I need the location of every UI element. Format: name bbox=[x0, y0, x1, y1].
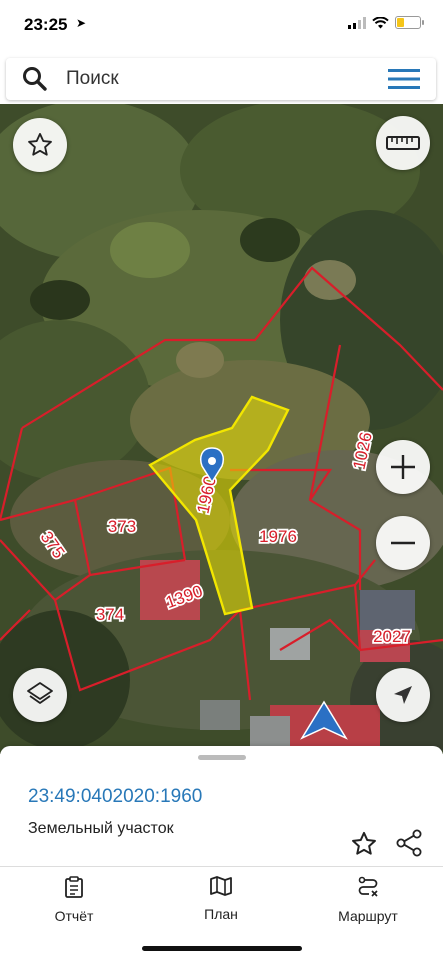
tab-label: План bbox=[204, 906, 238, 922]
share-icon[interactable] bbox=[394, 828, 424, 858]
battery-icon bbox=[395, 16, 424, 29]
signal-icon bbox=[348, 16, 366, 29]
parcel-label[interactable]: 1976 bbox=[257, 525, 298, 548]
search-icon[interactable] bbox=[22, 66, 48, 92]
tab-label: Отчёт bbox=[54, 908, 94, 924]
my-location-button[interactable] bbox=[376, 668, 430, 722]
menu-icon[interactable] bbox=[388, 68, 420, 90]
favorite-button[interactable] bbox=[13, 118, 67, 172]
parcel-label[interactable]: 373 bbox=[106, 515, 138, 538]
ruler-button[interactable] bbox=[376, 116, 430, 170]
tab-route[interactable]: Маршрут bbox=[308, 875, 428, 924]
clipboard-icon bbox=[65, 876, 83, 898]
tab-plan[interactable]: План bbox=[161, 875, 281, 922]
map-view[interactable]: 1960 1976 1026 373 375 374 1390 2027 bbox=[0, 104, 443, 754]
object-type: Земельный участок bbox=[28, 820, 174, 837]
cadastral-number[interactable]: 23:49:0402020:1960 bbox=[28, 786, 202, 808]
home-indicator[interactable] bbox=[142, 946, 302, 951]
ruler-icon bbox=[386, 136, 420, 150]
route-icon bbox=[358, 876, 378, 897]
map-icon bbox=[210, 876, 232, 896]
status-bar: 23:25 ➤ bbox=[0, 0, 443, 52]
layers-button[interactable] bbox=[13, 668, 67, 722]
search-bar[interactable]: Поиск bbox=[6, 58, 436, 100]
sheet-handle[interactable] bbox=[198, 755, 246, 760]
zoom-in-button[interactable] bbox=[376, 440, 430, 494]
minus-icon bbox=[391, 541, 415, 545]
tab-report[interactable]: Отчёт bbox=[14, 875, 134, 924]
layers-icon bbox=[27, 682, 53, 704]
search-input[interactable]: Поиск bbox=[66, 68, 119, 90]
parcel-label[interactable]: 374 bbox=[94, 603, 126, 626]
star-icon[interactable] bbox=[350, 830, 378, 858]
status-time: 23:25 bbox=[24, 15, 68, 34]
plus-icon bbox=[391, 455, 415, 479]
star-icon bbox=[28, 132, 52, 156]
satellite-map[interactable]: 1960 1976 1026 373 375 374 1390 2027 bbox=[0, 104, 443, 754]
navigation-arrow-icon bbox=[394, 686, 412, 704]
tab-label: Маршрут bbox=[338, 908, 398, 924]
zoom-out-button[interactable] bbox=[376, 516, 430, 570]
status-indicators bbox=[348, 16, 424, 29]
parcel-label[interactable]: 2027 bbox=[371, 625, 412, 648]
wifi-icon bbox=[372, 16, 389, 28]
location-arrow-icon: ➤ bbox=[76, 16, 87, 30]
parcel-info-sheet[interactable]: 23:49:0402020:1960 Земельный участок bbox=[0, 746, 443, 866]
